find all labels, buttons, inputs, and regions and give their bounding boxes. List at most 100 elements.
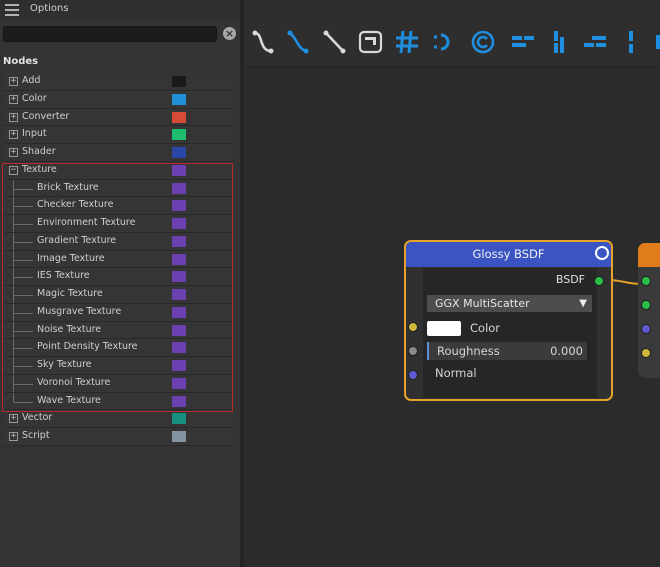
tree-item-label: Point Density Texture bbox=[37, 341, 138, 353]
tree-item-label: Add bbox=[22, 75, 41, 86]
roughness-label: Roughness bbox=[437, 344, 500, 358]
tree-item-label: Texture bbox=[22, 163, 57, 175]
tree-node-item[interactable]: Point Density Texture bbox=[4, 339, 234, 357]
collapse-icon[interactable]: − bbox=[9, 165, 18, 175]
node-link-wire[interactable] bbox=[608, 278, 642, 286]
roughness-fill-bar bbox=[427, 342, 429, 360]
partial-node-socket-3[interactable] bbox=[641, 324, 651, 334]
bsdf-output-socket[interactable] bbox=[594, 276, 604, 286]
expand-icon[interactable]: + bbox=[9, 112, 18, 122]
straight-wire-icon[interactable] bbox=[320, 27, 350, 57]
reroute-icon[interactable] bbox=[428, 27, 458, 57]
auto-layout-icon[interactable] bbox=[468, 27, 498, 57]
align-left-icon[interactable] bbox=[508, 27, 538, 57]
color-input-swatch[interactable] bbox=[427, 321, 461, 336]
color-input-label: Color bbox=[470, 321, 501, 335]
tree-item-label: Wave Texture bbox=[37, 394, 101, 406]
frame-icon[interactable] bbox=[356, 27, 386, 57]
grid-snap-icon[interactable] bbox=[392, 27, 422, 57]
tree-item-label: Noise Texture bbox=[37, 323, 102, 335]
expand-icon[interactable]: + bbox=[9, 148, 18, 157]
category-color-swatch bbox=[172, 218, 186, 229]
roughness-slider[interactable]: Roughness 0.000 bbox=[427, 342, 587, 360]
category-color-swatch bbox=[172, 271, 186, 283]
category-color-swatch bbox=[172, 235, 186, 247]
tree-node-item[interactable]: IES Texture bbox=[4, 268, 234, 286]
partial-output-node[interactable] bbox=[638, 243, 660, 378]
normal-input-socket[interactable] bbox=[408, 370, 418, 380]
tree-item-label: Input bbox=[22, 128, 47, 140]
tree-item-label: Converter bbox=[22, 110, 70, 122]
category-color-swatch bbox=[172, 413, 186, 425]
tree-item-label: Image Texture bbox=[37, 252, 105, 264]
tree-category-vector[interactable]: + Vector bbox=[4, 410, 234, 428]
category-color-swatch bbox=[172, 93, 186, 105]
node-title[interactable]: Glossy BSDF bbox=[406, 242, 611, 267]
tree-category-input[interactable]: + Input bbox=[4, 126, 234, 144]
category-color-swatch bbox=[172, 377, 186, 389]
node-preview-toggle-icon[interactable] bbox=[594, 245, 610, 261]
category-color-swatch bbox=[172, 395, 186, 407]
category-color-swatch bbox=[172, 253, 186, 265]
curve-wire-icon[interactable] bbox=[249, 27, 279, 57]
category-color-swatch bbox=[172, 111, 186, 123]
tree-node-item[interactable]: Wave Texture bbox=[4, 392, 234, 411]
tree-node-item[interactable]: Checker Texture bbox=[4, 197, 234, 215]
tree-branch-line bbox=[13, 206, 33, 208]
distribute-icon[interactable] bbox=[616, 27, 646, 57]
tree-item-label: Musgrave Texture bbox=[37, 305, 122, 317]
category-color-swatch bbox=[172, 342, 186, 354]
tree-node-item[interactable]: Magic Texture bbox=[4, 286, 234, 304]
color-input-socket[interactable] bbox=[408, 322, 418, 332]
expand-icon[interactable]: + bbox=[9, 432, 18, 441]
tree-node-item[interactable]: Noise Texture bbox=[4, 321, 234, 340]
align-vertical-icon[interactable] bbox=[544, 27, 574, 57]
panel-title: Options bbox=[30, 3, 69, 14]
align-more-icon[interactable] bbox=[648, 27, 660, 57]
hamburger-menu-icon[interactable] bbox=[5, 4, 19, 16]
tree-node-item[interactable]: Brick Texture bbox=[4, 179, 234, 198]
clear-search-icon[interactable]: × bbox=[223, 27, 236, 40]
roughness-input-socket[interactable] bbox=[408, 346, 418, 356]
tree-category-shader[interactable]: + Shader bbox=[4, 144, 234, 162]
tree-category-color[interactable]: + Color bbox=[4, 90, 234, 109]
partial-node-socket-1[interactable] bbox=[641, 276, 651, 286]
tree-item-label: Magic Texture bbox=[37, 288, 103, 299]
tree-node-item[interactable]: Environment Texture bbox=[4, 215, 234, 233]
tree-category-texture[interactable]: − Texture bbox=[4, 161, 234, 180]
tree-category-script[interactable]: + Script bbox=[4, 428, 234, 446]
tree-node-item[interactable]: Image Texture bbox=[4, 250, 234, 269]
nodes-panel: Options × Nodes + Add + Color + Converter + Inp… bbox=[0, 0, 240, 567]
category-color-swatch bbox=[172, 129, 186, 141]
tree-guide-line bbox=[13, 392, 14, 402]
tree-branch-line bbox=[13, 312, 33, 314]
partial-node-socket-4[interactable] bbox=[641, 348, 651, 358]
roughness-value: 0.000 bbox=[550, 344, 583, 358]
expand-icon[interactable]: + bbox=[9, 94, 18, 104]
align-right-icon[interactable] bbox=[580, 27, 610, 57]
glossy-bsdf-node[interactable]: Glossy BSDF BSDF GGX MultiScatter ▼ Colo… bbox=[404, 240, 613, 401]
tree-node-item[interactable]: Voronoi Texture bbox=[4, 374, 234, 393]
search-input[interactable] bbox=[3, 26, 217, 42]
editor-toolbar bbox=[244, 0, 660, 67]
tree-category-add[interactable]: + Add bbox=[4, 73, 234, 91]
tree-category-converter[interactable]: + Converter bbox=[4, 108, 234, 127]
node-category-tree: + Add + Color + Converter + Input + Shader − Textur… bbox=[4, 73, 234, 446]
distribution-dropdown[interactable]: GGX MultiScatter ▼ bbox=[427, 295, 592, 312]
category-color-swatch bbox=[172, 360, 186, 371]
normal-input-label: Normal bbox=[435, 366, 477, 380]
tree-item-label: Sky Texture bbox=[37, 359, 92, 370]
category-color-swatch bbox=[172, 306, 186, 318]
tree-node-item[interactable]: Gradient Texture bbox=[4, 232, 234, 251]
tree-branch-line bbox=[13, 241, 33, 243]
tree-branch-line bbox=[13, 277, 33, 279]
expand-icon[interactable]: + bbox=[9, 414, 18, 424]
category-color-swatch bbox=[172, 76, 186, 87]
expand-icon[interactable]: + bbox=[9, 130, 18, 140]
tree-node-item[interactable]: Musgrave Texture bbox=[4, 303, 234, 322]
curve-wire-blue-icon[interactable] bbox=[284, 27, 314, 57]
tree-node-item[interactable]: Sky Texture bbox=[4, 357, 234, 375]
category-color-swatch bbox=[172, 147, 186, 158]
expand-icon[interactable]: + bbox=[9, 77, 18, 86]
partial-node-socket-2[interactable] bbox=[641, 300, 651, 310]
